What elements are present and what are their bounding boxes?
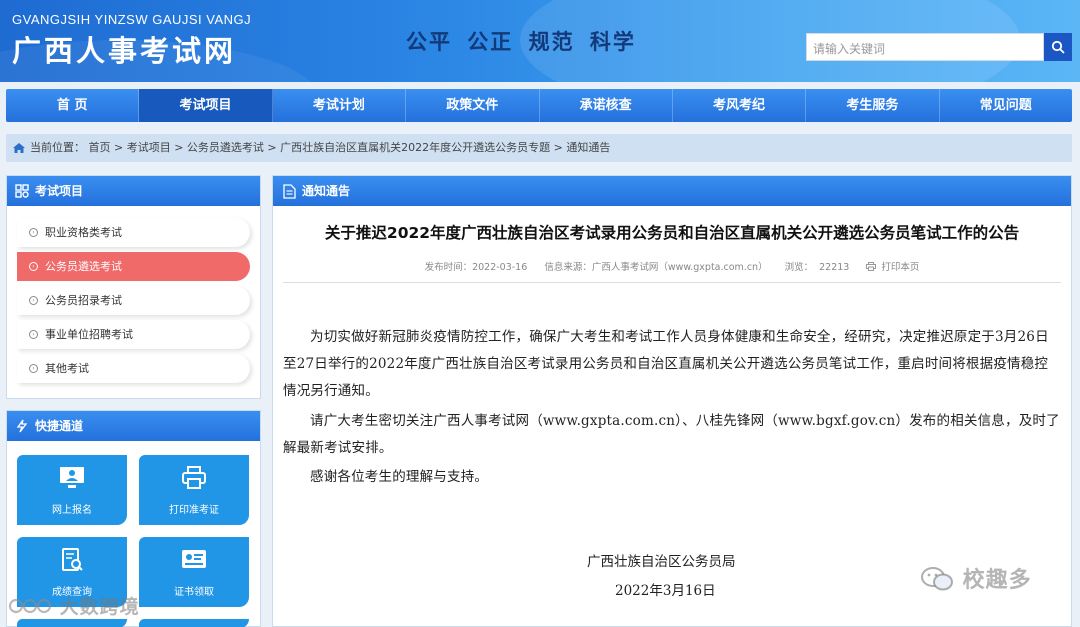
chevron-right-icon: › [29, 364, 38, 373]
nav-commitment[interactable]: 承诺核查 [540, 89, 673, 122]
nav-faq[interactable]: 常见问题 [940, 89, 1072, 122]
sidebar-quick-header: 快捷通道 [7, 411, 260, 441]
lightning-icon [16, 419, 28, 433]
tile-label: 打印准考证 [169, 505, 219, 516]
chevron-right-icon: › [29, 262, 38, 271]
certificate-icon [182, 550, 206, 568]
article-panel-header: 通知通告 [273, 176, 1071, 206]
document-icon [283, 183, 296, 199]
signature-org: 广西壮族自治区公务员局 [587, 554, 736, 570]
info-source: 信息来源：广西人事考试网（www.gxpta.com.cn） [544, 262, 768, 273]
sidebar-item-other[interactable]: › 其他考试 [17, 354, 250, 383]
sidebar-item-label: 职业资格类考试 [45, 226, 122, 239]
breadcrumb-text[interactable]: 当前位置： 首页 > 考试项目 > 公务员遴选考试 > 广西壮族自治区直属机关2… [30, 134, 610, 162]
nav-candidate-service[interactable]: 考生服务 [806, 89, 940, 122]
grid-icon [15, 184, 29, 198]
article-title: 关于推迟2022年度广西壮族自治区考试录用公务员和自治区直属机关公开遴选公务员笔… [324, 224, 1020, 242]
document-search-icon [62, 548, 83, 571]
sidebar-exam-header: 考试项目 [7, 176, 260, 206]
logo-chinese[interactable]: 广西人事考试网 [12, 28, 236, 70]
article-paragraph: 感谢各位考生的理解与支持。 [310, 469, 489, 485]
tile-label: 证书领取 [174, 587, 214, 598]
printer-icon [866, 262, 877, 271]
divider [283, 282, 1061, 283]
monitor-user-icon [60, 467, 84, 488]
article-meta: 发布时间：2022-03-16 信息来源：广西人事考试网（www.gxpta.c… [273, 259, 1071, 273]
quick-more-tile[interactable] [139, 619, 249, 627]
nav-discipline[interactable]: 考风考纪 [673, 89, 807, 122]
tile-label: 网上报名 [52, 505, 92, 516]
quick-online-registration[interactable]: 网上报名 [17, 455, 127, 525]
quick-certificate[interactable]: 证书领取 [139, 537, 249, 607]
views-label: 浏览： [784, 262, 814, 273]
sidebar-item-selection[interactable]: › 公务员遴选考试 [17, 252, 250, 281]
search-button[interactable] [1044, 33, 1072, 61]
watermark-logo-icon [8, 598, 52, 614]
sidebar-item-institution[interactable]: › 事业单位招聘考试 [17, 320, 250, 349]
quick-print-admission[interactable]: 打印准考证 [139, 455, 249, 525]
sidebar-item-label: 其他考试 [45, 362, 89, 375]
nav-exam-plan[interactable]: 考试计划 [273, 89, 407, 122]
sidebar-item-label: 公务员招录考试 [45, 294, 122, 307]
watermark-right: 校趣多 [920, 562, 1032, 594]
search-input[interactable]: 请输入关键词 [806, 33, 1044, 61]
sidebar-exam-title: 考试项目 [35, 184, 84, 198]
print-page-link[interactable]: 打印本页 [866, 262, 919, 273]
sidebar-exam-panel: 考试项目 › 职业资格类考试 › 公务员遴选考试 › 公务员招录考试 › 事业单… [6, 175, 261, 399]
wechat-icon [921, 567, 953, 591]
quick-more-tile[interactable] [17, 619, 127, 627]
publish-date: 发布时间：2022-03-16 [424, 262, 528, 273]
home-icon [13, 143, 25, 153]
chevron-right-icon: › [29, 228, 38, 237]
sidebar-item-civil-recruit[interactable]: › 公务员招录考试 [17, 286, 250, 315]
printer-icon [182, 466, 206, 489]
search-icon [1051, 40, 1065, 54]
nav-exam-items[interactable]: 考试项目 [139, 89, 273, 122]
site-header: GVANGJSIH YINZSW GAUJSI VANGJ 广西人事考试网 公平… [0, 0, 1080, 82]
sidebar-quick-title: 快捷通道 [35, 419, 84, 433]
sidebar-item-professional[interactable]: › 职业资格类考试 [17, 218, 250, 247]
article-panel: 通知通告 关于推迟2022年度广西壮族自治区考试录用公务员和自治区直属机关公开遴… [272, 175, 1072, 627]
article-paragraph: 为切实做好新冠肺炎疫情防控工作，确保广大考生和考试工作人员身体健康和生命安全，经… [283, 329, 1049, 399]
main-nav: 首 页 考试项目 考试计划 政策文件 承诺核查 考风考纪 考生服务 常见问题 [6, 89, 1072, 122]
nav-home[interactable]: 首 页 [6, 89, 140, 122]
logo-english[interactable]: GVANGJSIH YINZSW GAUJSI VANGJ [12, 12, 251, 27]
article-paragraph: 请广大考生密切关注广西人事考试网（www.gxpta.com.cn）、八桂先锋网… [283, 413, 1060, 456]
sidebar-item-label: 公务员遴选考试 [45, 260, 122, 273]
views-count: 22213 [819, 262, 850, 273]
section-title: 通知通告 [302, 184, 351, 198]
sidebar-item-label: 事业单位招聘考试 [45, 328, 133, 341]
breadcrumb: 当前位置： 首页 > 考试项目 > 公务员遴选考试 > 广西壮族自治区直属机关2… [6, 134, 1072, 162]
watermark-left: 大数跨境 [8, 592, 140, 619]
signature-date: 2022年3月16日 [615, 583, 716, 599]
chevron-right-icon: › [29, 330, 38, 339]
chevron-right-icon: › [29, 296, 38, 305]
nav-policy[interactable]: 政策文件 [406, 89, 540, 122]
slogan: 公平 公正 规范 科学 [406, 30, 636, 54]
